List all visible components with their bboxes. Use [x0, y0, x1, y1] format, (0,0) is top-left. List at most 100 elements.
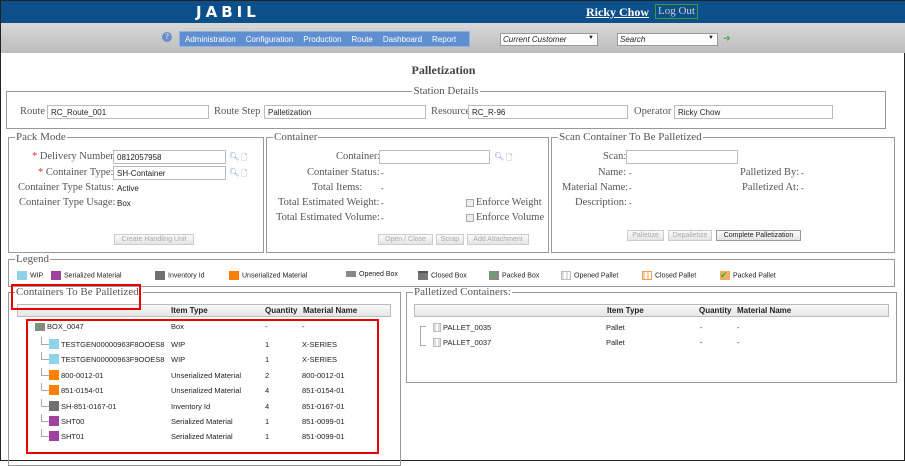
total-volume: - [381, 214, 384, 223]
legend-inventory: Inventory Id [155, 271, 205, 280]
legend-label: WIP [30, 272, 44, 280]
item-quantity: - [700, 323, 703, 332]
legend-serialized: Serialized Material [51, 271, 122, 280]
menu-configuration[interactable]: Configuration [241, 35, 299, 44]
total-weight-label: Total Estimated Weight: [278, 197, 380, 208]
resource-label: Resource [431, 106, 471, 117]
resource-field[interactable]: RC_R-96 [468, 105, 628, 119]
delivery-number-label: Delivery Number: [39, 151, 117, 162]
container-legend: Container [274, 131, 318, 143]
search-icon[interactable]: 🔍︎ [229, 152, 239, 161]
inventory-swatch [155, 271, 165, 280]
legend-unserialized: Unserialized Material [229, 271, 307, 280]
description-value: - [629, 199, 632, 208]
legend-wip: WIP [17, 271, 43, 280]
jabil-logo: JABIL [196, 3, 260, 21]
document-icon[interactable]: 🗋 [241, 152, 247, 166]
menu-dashboard[interactable]: Dashboard [378, 35, 427, 44]
complete-palletization-button[interactable]: Complete Palletization [716, 230, 801, 241]
add-attachment-button[interactable]: Add Attachment [467, 234, 529, 245]
palletized-containers-legend: Palletized Containers: [414, 286, 511, 298]
header-quantity: Quantity [699, 306, 732, 315]
tree-row[interactable]: PALLET_0035 Pallet - - [433, 322, 833, 334]
document-icon[interactable]: 🗋 [506, 152, 512, 166]
material-name-label: Material Name: [562, 182, 629, 193]
scan-field[interactable] [626, 150, 738, 164]
document-icon[interactable]: 🗋 [241, 168, 247, 182]
container-type-usage: Box [117, 199, 131, 208]
route-step-field[interactable]: Palletization [264, 105, 426, 119]
station-details-legend: Station Details [413, 85, 479, 97]
legend-label: Packed Box [502, 272, 540, 280]
highlight-annotation [11, 284, 141, 310]
total-items-label: Total Items: [312, 182, 363, 193]
customer-select[interactable]: Current Customer ▼ [500, 33, 598, 46]
legend-opened-box: Opened Box [346, 271, 398, 278]
closed-pallet-icon [642, 271, 652, 280]
menu-administration[interactable]: Administration [180, 35, 241, 44]
container-status-label: Container Status: [307, 167, 380, 178]
legend-packed-box: ✔ Packed Box [489, 271, 539, 280]
closed-box-icon [418, 271, 428, 280]
menu-production[interactable]: Production [298, 35, 346, 44]
enforce-volume-checkbox[interactable] [466, 214, 474, 222]
route-field[interactable]: RC_Route_001 [47, 105, 209, 119]
item-material: - [737, 323, 740, 332]
header-material-name: Material Name [737, 306, 792, 315]
total-items: - [381, 184, 384, 193]
packed-box-icon: ✔ [489, 271, 499, 280]
legend-label: Closed Pallet [655, 272, 697, 280]
main-menu: Administration Configuration Production … [179, 31, 470, 47]
search-select[interactable]: Search ▼ [617, 33, 718, 46]
legend-label: Packed Pallet [733, 272, 776, 280]
header-item-type: Item Type [607, 306, 644, 315]
legend-opened-pallet: Opened Pallet [561, 271, 618, 280]
chevron-down-icon: ▼ [708, 35, 714, 41]
operator-label: Operator [634, 106, 672, 117]
enforce-weight-checkbox[interactable] [466, 199, 474, 207]
scan-label: Scan: [603, 151, 627, 162]
search-icon[interactable]: 🔍︎ [494, 152, 504, 161]
container-type-status: Active [117, 184, 139, 193]
palletize-button[interactable]: Palletize [627, 230, 664, 241]
tree-row[interactable]: PALLET_0037 Pallet - - [433, 337, 833, 349]
name-label: Name: [598, 167, 626, 178]
chevron-down-icon: ▼ [588, 35, 594, 41]
container-type-field[interactable]: SH-Container [113, 166, 226, 180]
total-volume-label: Total Estimated Volume: [276, 212, 380, 223]
container-status: - [381, 169, 384, 178]
arrow-right-icon[interactable]: ➜ [723, 33, 731, 44]
search-select-value: Search [620, 35, 646, 44]
create-handling-unit-button[interactable]: Create Handling Unit [114, 234, 194, 245]
search-icon[interactable]: 🔍︎ [229, 168, 239, 177]
container-label: Container: [336, 151, 381, 162]
header-quantity: Quantity [265, 306, 298, 315]
legend-label: Inventory Id [168, 272, 205, 280]
menu-route[interactable]: Route [347, 35, 378, 44]
item-name: PALLET_0035 [443, 323, 492, 332]
operator-field[interactable]: Ricky Chow [674, 105, 833, 119]
opened-pallet-icon [433, 323, 441, 332]
required-marker: * [38, 167, 44, 178]
highlight-annotation [26, 319, 379, 454]
route-step-label: Route Step [214, 106, 261, 117]
enforce-weight-label: Enforce Weight [476, 197, 542, 208]
delivery-number-field[interactable]: 0812057958 [113, 150, 226, 164]
palletized-containers-panel: Palletized Containers: [406, 286, 897, 383]
palletized-at-label: Palletized At: [742, 182, 799, 193]
header-bar [1, 1, 905, 23]
logout-button[interactable]: Log Out [655, 4, 698, 19]
serialized-swatch [51, 271, 61, 280]
user-link[interactable]: Ricky Chow [586, 5, 649, 20]
route-label: Route [20, 106, 46, 117]
menu-report[interactable]: Report [427, 35, 461, 44]
container-field[interactable] [379, 150, 490, 164]
depalletize-button[interactable]: Depalletize [668, 230, 712, 241]
legend-label: Closed Box [431, 272, 467, 280]
open-close-button[interactable]: Open / Close [378, 234, 433, 245]
scrap-button[interactable]: Scrap [436, 234, 464, 245]
opened-pallet-icon [561, 271, 571, 280]
help-icon[interactable]: ? [162, 32, 172, 42]
scan-legend: Scan Container To Be Palletized [559, 131, 702, 143]
item-name: PALLET_0037 [443, 338, 492, 347]
